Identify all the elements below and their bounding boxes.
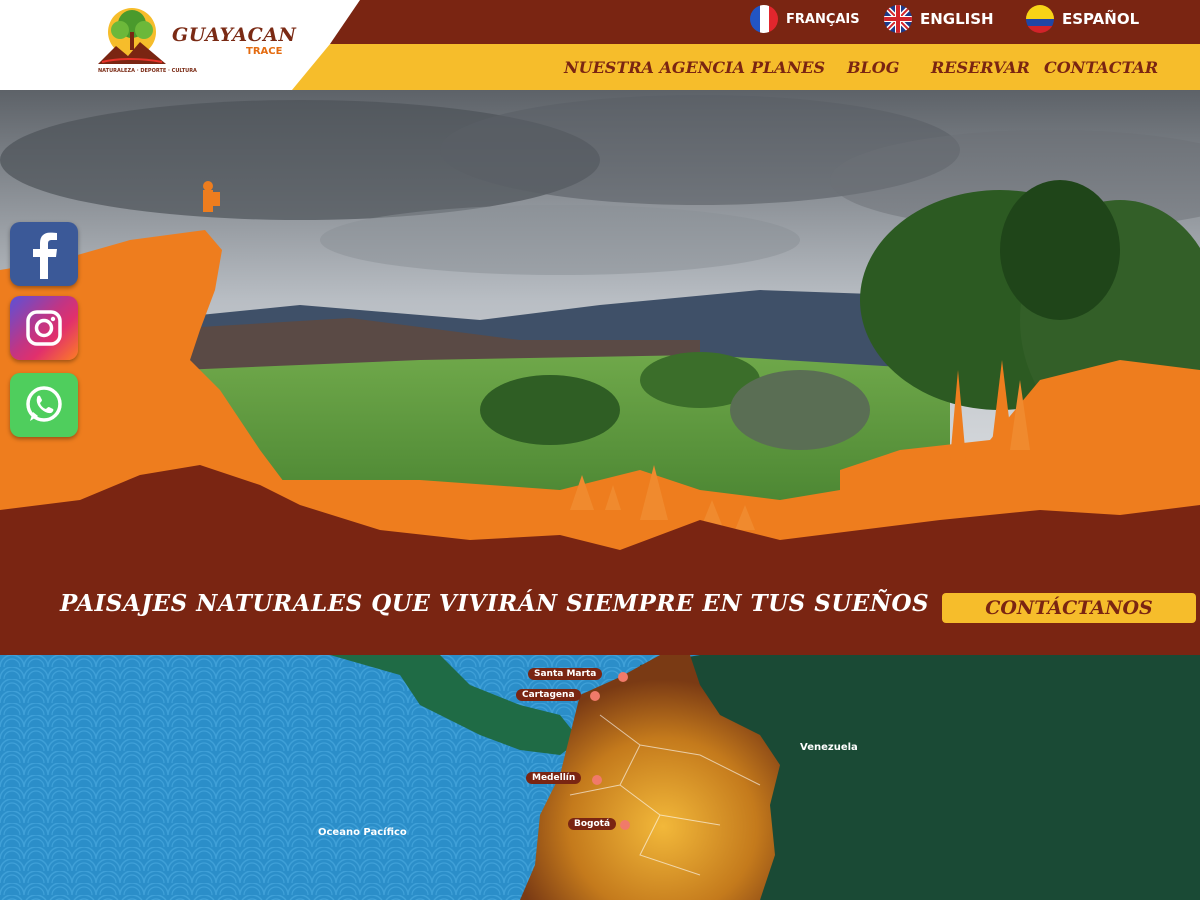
pin-santa-marta[interactable] [618,672,628,682]
city-label-santa-marta: Santa Marta [528,668,603,680]
nav-blog[interactable]: BLOG [847,44,899,90]
nav-planes[interactable]: PLANES [751,44,825,90]
whatsapp-button[interactable] [10,373,78,437]
pin-bogota[interactable] [620,820,630,830]
lang-french-label: FRANÇAIS [786,11,860,27]
hero-tagline: PAISAJES NATURALES QUE VIVIRÁN SIEMPRE E… [60,590,930,617]
instagram-button[interactable] [10,296,78,360]
city-label-bogota: Bogotá [568,818,617,830]
map-label-venezuela: Venezuela [800,742,858,753]
colombia-flag-icon [1026,5,1054,33]
pin-cartagena[interactable] [590,691,600,701]
france-flag-icon [750,5,778,33]
nav-contactar[interactable]: CONTACTAR [1044,44,1158,90]
brand-sub: TRACE [246,46,283,57]
whatsapp-icon [26,386,62,422]
city-label-cartagena: Cartagena [516,689,581,701]
lang-spanish[interactable]: ESPAÑOL [1026,4,1139,34]
nav-reservar[interactable]: RESERVAR [931,44,1030,90]
facebook-icon [33,232,57,279]
facebook-button[interactable] [10,222,78,286]
lang-english-label: ENGLISH [920,10,994,28]
site-header: GUAYACAN TRACE NATURALEZA · DEPORTE · CU… [0,0,1200,90]
nav-nuestra-agencia[interactable]: NUESTRA AGENCIA [564,44,745,90]
hero-landscape-image [0,90,1200,560]
brand-name: GUAYACAN [172,24,297,46]
map-label-ocean: Oceano Pacífico [318,827,407,838]
city-label-medellin: Medellín [526,772,582,784]
logo-icon [98,8,166,64]
pin-medellin[interactable] [592,775,602,785]
lang-french[interactable]: FRANÇAIS [750,4,860,34]
uk-flag-icon [884,5,912,33]
lang-english[interactable]: ENGLISH [884,4,994,34]
lang-spanish-label: ESPAÑOL [1062,10,1140,28]
brand-tagline: NATURALEZA · DEPORTE · CULTURA [98,68,197,74]
contact-cta-button[interactable]: CONTÁCTANOS [942,593,1196,623]
instagram-icon [26,310,62,346]
